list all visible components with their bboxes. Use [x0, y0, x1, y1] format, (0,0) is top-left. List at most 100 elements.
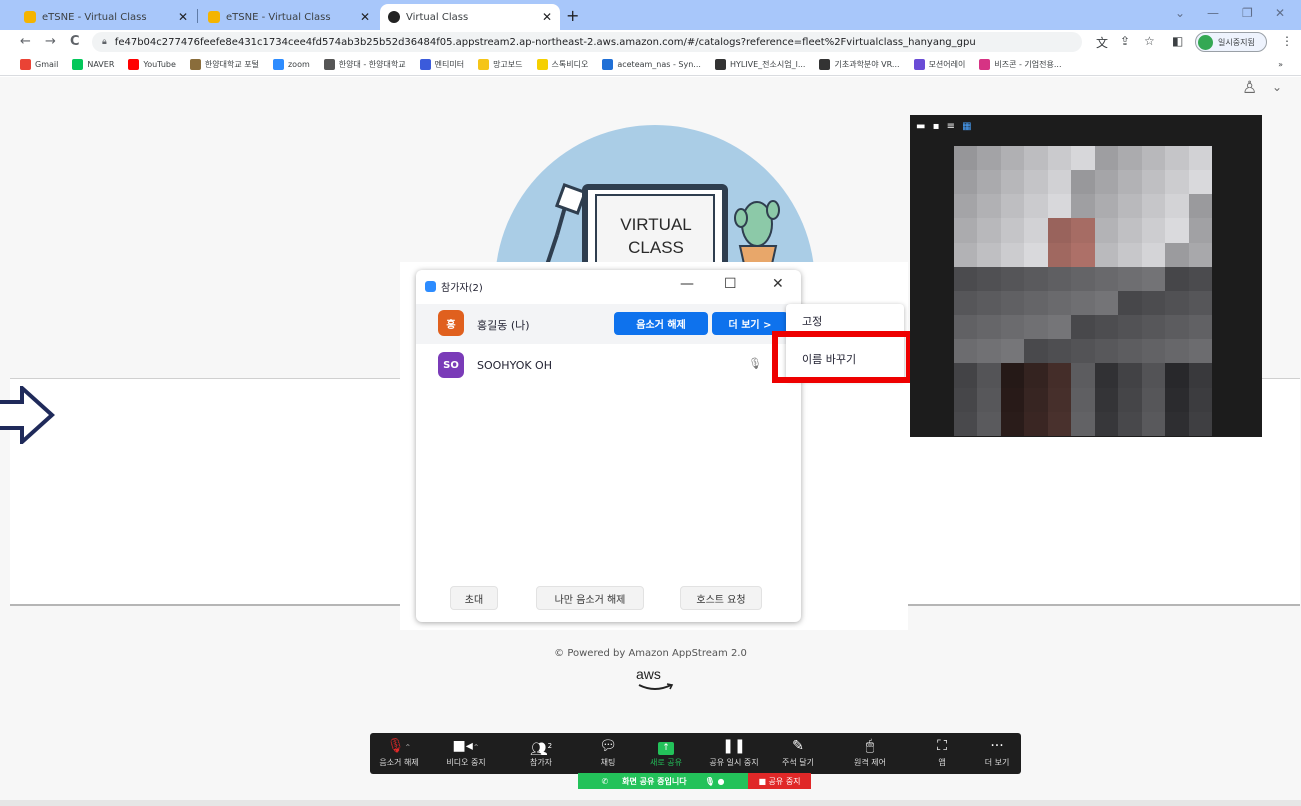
bookmark-item[interactable]: zoom: [272, 59, 310, 70]
bookmark-item[interactable]: 비즈콘 - 기업전용...: [979, 59, 1062, 70]
video-pixel: [1188, 411, 1212, 436]
bookmark-star-icon[interactable]: ☆: [1144, 34, 1155, 48]
bookmark-item[interactable]: 한양대학교 포털: [189, 59, 259, 70]
toolbar-more[interactable]: ··· 더 보기: [965, 737, 1029, 768]
video-pixel: [1118, 170, 1142, 195]
bookmark-item[interactable]: 기초과학분야 VR...: [819, 59, 900, 70]
video-pixel: [1047, 339, 1072, 364]
video-pixel: [1094, 194, 1119, 219]
sharing-status-text: 화면 공유 중입니다: [622, 776, 687, 786]
bookmark-item[interactable]: YouTube: [128, 59, 176, 70]
sharing-status[interactable]: ✆ 화면 공유 중입니다 🎙︎ ●: [578, 773, 748, 789]
bookmark-item[interactable]: 모션어레이: [913, 59, 966, 70]
video-pixel: [1000, 194, 1025, 219]
video-pixel: [1024, 363, 1048, 388]
bookmark-item[interactable]: 스톡비디오: [536, 59, 588, 70]
video-pixel: [1165, 363, 1189, 388]
video-pixel: [954, 218, 978, 243]
bookmark-item[interactable]: 한양대 - 한양대학교: [323, 59, 406, 70]
bookmark-item[interactable]: aceteam_nas - Syn...: [602, 59, 701, 70]
favicon-icon: [24, 11, 36, 23]
invite-button[interactable]: 초대: [450, 586, 498, 610]
forward-arrow-icon[interactable]: →: [45, 34, 56, 49]
browser-tab-1[interactable]: eTSNE - Virtual Class ✕: [16, 4, 196, 30]
tab-close-icon[interactable]: ✕: [542, 10, 552, 24]
chevron-down-icon[interactable]: ⌄: [1272, 80, 1282, 94]
new-tab-button[interactable]: +: [566, 6, 579, 25]
video-pixel: [1024, 411, 1048, 436]
toolbar-unmute[interactable]: 🎙︎⌃ 음소거 해제: [367, 737, 431, 768]
video-pixel: [1024, 170, 1048, 195]
stop-share-button[interactable]: ■ 공유 중지: [748, 773, 811, 789]
unmute-me-button[interactable]: 나만 음소거 해제: [536, 586, 644, 610]
video-pixel: [1047, 194, 1072, 219]
profile-button[interactable]: 일시중지됨: [1195, 32, 1267, 52]
reload-icon[interactable]: C: [70, 34, 80, 49]
toolbar-chat[interactable]: 💬︎ 채팅: [576, 737, 640, 768]
video-pixel: [1094, 170, 1119, 195]
video-pixel: [1071, 146, 1095, 171]
video-pixel: [1188, 218, 1212, 243]
share-page-icon[interactable]: ⇪: [1120, 34, 1130, 48]
bookmark-item[interactable]: 멘티미터: [419, 59, 464, 70]
bookmark-item[interactable]: Gmail: [20, 59, 58, 70]
more-icon: ···: [990, 738, 1004, 754]
bookmark-item[interactable]: 망고보드: [478, 59, 523, 70]
bookmark-favicon-icon: [979, 59, 991, 70]
url-bar[interactable]: 🔒︎ fe47b04c277476feefe8e431c1734cee4fd57…: [92, 32, 1082, 52]
video-pixel: [1165, 218, 1189, 243]
bookmark-label: YouTube: [143, 60, 176, 69]
share-icon: ↑: [634, 737, 698, 755]
video-pixel: [954, 387, 978, 412]
video-pixel: [1165, 290, 1189, 316]
bookmarks-overflow-icon[interactable]: »: [1278, 60, 1283, 69]
video-pixel: [1094, 266, 1119, 291]
user-account-icon[interactable]: ♙: [1242, 78, 1257, 98]
browser-menu-icon[interactable]: ⋮: [1281, 34, 1293, 48]
aws-logo: aws: [636, 666, 661, 682]
side-panel-icon[interactable]: ◧: [1172, 34, 1183, 48]
video-pixel: [1047, 266, 1072, 291]
translate-icon[interactable]: 文: [1096, 34, 1108, 51]
menu-item-pin[interactable]: 고정: [802, 313, 822, 329]
unmute-button[interactable]: 음소거 해제: [614, 312, 708, 335]
video-pixel: [954, 242, 978, 267]
toolbar-new-share[interactable]: ↑ 새로 공유: [634, 737, 698, 768]
maximize-icon[interactable]: ☐: [724, 276, 737, 292]
video-pixel: [1094, 218, 1119, 243]
minimize-icon[interactable]: —: [680, 276, 694, 292]
bookmark-item[interactable]: HYLIVE_전소시엄_l...: [714, 59, 806, 70]
browser-tab-3-active[interactable]: Virtual Class ✕: [380, 4, 560, 30]
restore-icon[interactable]: ❐: [1242, 6, 1253, 20]
browser-tab-2[interactable]: eTSNE - Virtual Class ✕: [200, 4, 378, 30]
video-pixel: [1118, 266, 1142, 291]
request-host-button[interactable]: 호스트 요청: [680, 586, 762, 610]
bookmark-label: Gmail: [35, 60, 59, 69]
panel-title-text: 참가자(2): [441, 283, 483, 294]
video-pixel: [1024, 387, 1048, 412]
bookmark-item[interactable]: NAVER: [72, 59, 114, 70]
toolbar-participants[interactable]: 👥︎2 참가자: [509, 737, 573, 768]
video-pixel: [1094, 315, 1119, 340]
tab-close-icon[interactable]: ✕: [178, 10, 188, 24]
back-arrow-icon[interactable]: ←: [20, 34, 31, 49]
video-pixel: [954, 194, 978, 219]
toolbar-stop-video[interactable]: ■◂⌃ 비디오 중지: [434, 737, 498, 768]
view-mode-icons[interactable]: ▬ ▪ ≡ ▦: [916, 121, 974, 132]
close-window-icon[interactable]: ✕: [1275, 6, 1285, 20]
cactus-icon: [734, 200, 780, 265]
toolbar-remote-control[interactable]: 🖱︎ 원격 제어: [838, 737, 902, 768]
tab-search-icon[interactable]: ⌄: [1175, 6, 1185, 20]
bookmark-label: 모션어레이: [928, 60, 966, 69]
bookmark-label: HYLIVE_전소시엄_l...: [729, 60, 806, 69]
tab-close-icon[interactable]: ✕: [360, 10, 370, 24]
aws-smile-icon: [638, 683, 674, 690]
video-pixel: [1188, 146, 1212, 171]
mic-off-icon: 🎙︎⌃: [386, 738, 412, 754]
video-pixel: [954, 266, 978, 291]
toolbar-pause-share[interactable]: ❚❚ 공유 일시 중지: [702, 737, 766, 768]
video-pixel: [1000, 146, 1025, 171]
close-icon[interactable]: ✕: [772, 276, 784, 292]
minimize-icon[interactable]: —: [1207, 6, 1219, 20]
toolbar-annotate[interactable]: ✎ 주석 달기: [766, 737, 830, 768]
